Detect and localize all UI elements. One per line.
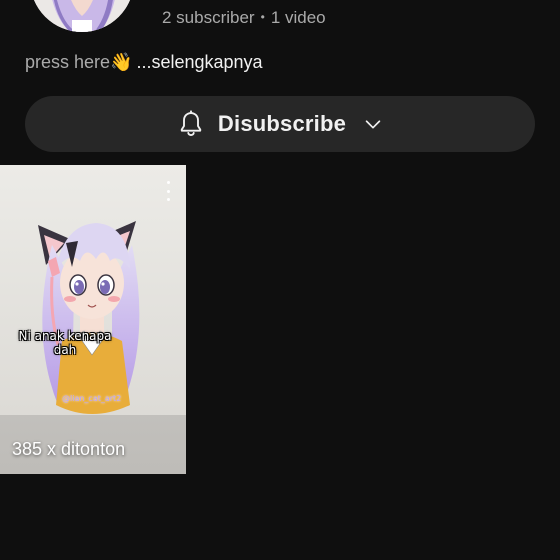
subscriber-count: 2 subscriber [162, 8, 255, 27]
subscribed-button[interactable]: Disubscribe [25, 96, 535, 152]
chevron-down-icon [365, 120, 381, 129]
channel-stats: 2 subscriber • 1 video [162, 8, 326, 28]
channel-page: 2 subscriber • 1 video press here👋 ...selen… [0, 0, 560, 560]
short-thumbnail [0, 165, 186, 474]
avatar-image [30, 0, 134, 32]
subscribe-label: Disubscribe [217, 111, 347, 136]
description-text: press here👋 [25, 52, 133, 72]
short-video-card[interactable]: 385 x ditonton [0, 165, 186, 474]
separator-dot: • [260, 10, 265, 24]
channel-description[interactable]: press here👋 ...selengkapnya [25, 52, 263, 73]
more-vert-icon[interactable] [164, 181, 172, 201]
video-count: 1 video [270, 8, 326, 27]
bell-icon [180, 110, 202, 136]
artist-watermark: @lian_cat_art2 [62, 394, 122, 403]
channel-avatar[interactable] [30, 0, 134, 32]
show-more-link[interactable]: ...selengkapnya [136, 52, 262, 72]
short-caption: Ni anak kenapa dah [18, 329, 112, 357]
view-count: 385 x ditonton [12, 439, 126, 459]
